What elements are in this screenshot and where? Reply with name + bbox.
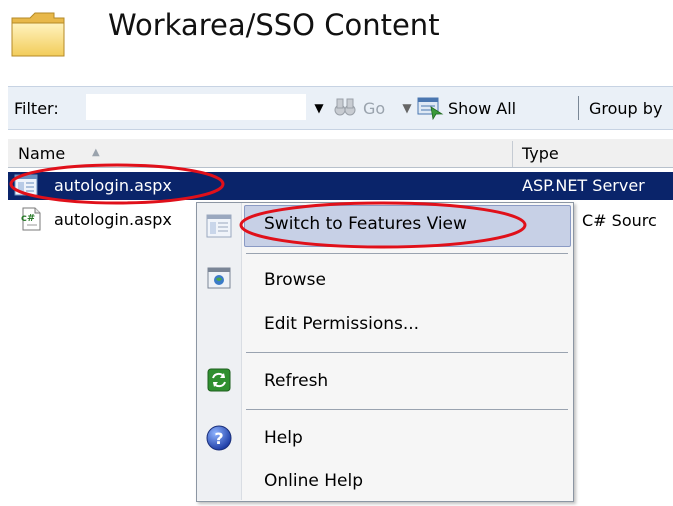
folder-icon: [11, 12, 65, 57]
binoculars-icon[interactable]: [333, 95, 357, 119]
svg-text:?: ?: [214, 429, 223, 448]
go-button[interactable]: Go: [363, 99, 385, 118]
toolbar-separator: [578, 96, 579, 120]
go-dropdown-arrow-icon[interactable]: ▼: [400, 96, 414, 120]
menu-separator: [246, 253, 568, 254]
filter-label: Filter:: [14, 99, 59, 118]
menu-item-refresh[interactable]: Refresh: [264, 371, 328, 391]
row-type: C# Sourc: [582, 211, 657, 230]
menu-item-browse[interactable]: Browse: [264, 270, 326, 290]
sort-ascending-icon: ▲: [92, 147, 100, 158]
menu-separator: [246, 352, 568, 353]
features-view-icon: [206, 214, 232, 238]
row-name[interactable]: autologin.aspx: [54, 210, 172, 229]
menu-separator: [246, 409, 568, 410]
filter-dropdown-arrow-icon[interactable]: ▼: [312, 96, 326, 120]
refresh-icon: [207, 368, 231, 392]
menu-item-edit-permissions[interactable]: Edit Permissions...: [264, 314, 419, 334]
menu-item-help[interactable]: Help: [264, 428, 303, 448]
help-icon: ?: [206, 425, 232, 451]
annotation-ellipse: [9, 163, 225, 205]
page-title: Workarea/SSO Content: [108, 8, 440, 42]
column-divider[interactable]: [512, 141, 513, 167]
csharp-file-icon: c#: [21, 207, 41, 231]
group-by-button[interactable]: Group by: [589, 99, 662, 118]
filter-input[interactable]: [86, 94, 306, 120]
menu-item-online-help[interactable]: Online Help: [264, 471, 363, 491]
show-all-button[interactable]: Show All: [448, 99, 516, 118]
show-all-icon[interactable]: [416, 94, 444, 120]
annotation-ellipse: [239, 201, 527, 249]
svg-text:c#: c#: [21, 213, 35, 224]
column-header-name[interactable]: Name: [18, 144, 65, 163]
browse-icon: [207, 267, 231, 289]
row-type: ASP.NET Server: [522, 176, 645, 195]
column-header-type[interactable]: Type: [522, 144, 559, 163]
context-menu-icon-gutter: [197, 203, 242, 500]
